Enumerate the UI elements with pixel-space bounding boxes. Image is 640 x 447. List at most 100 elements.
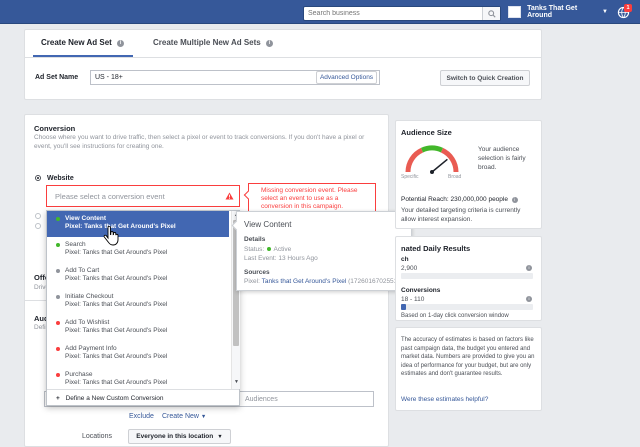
error-callout: Missing conversion event. Please select …: [243, 183, 376, 213]
advanced-options-button[interactable]: Advanced Options: [316, 71, 377, 84]
business-search-input[interactable]: [304, 7, 482, 20]
messenger-radio[interactable]: [35, 223, 41, 229]
info-icon: i: [526, 296, 532, 302]
event-option-view-content[interactable]: View Content Pixel: Tanks that Get Around…: [47, 211, 229, 237]
event-option-pixel: Pixel: Tanks that Get Around's Pixel: [65, 301, 168, 308]
website-radio-label: Website: [47, 175, 74, 182]
locations-label: Locations: [82, 433, 112, 440]
event-option-name: Add To Wishlist: [65, 319, 110, 326]
event-detail-tooltip: View Content Details Status: Active Last…: [231, 211, 412, 291]
define-custom-conversion-label: Define a New Custom Conversion: [65, 395, 164, 402]
conversion-event-dropdown: View Content Pixel: Tanks that Get Around…: [46, 210, 240, 406]
tab-create-new-ad-set[interactable]: Create New Ad Set i: [41, 38, 125, 47]
audience-size-description: Your audience selection is fairly broad.: [478, 146, 526, 171]
estimates-feedback-link[interactable]: Were these estimates helpful?: [401, 396, 488, 403]
event-option-pixel: Pixel: Tanks that Get Around's Pixel: [65, 223, 176, 230]
event-option-name: Add To Cart: [65, 267, 100, 274]
tooltip-sources-label: Sources: [244, 269, 270, 276]
potential-reach: Potential Reach: 230,000,000 people i: [401, 196, 518, 203]
event-option-initiate-checkout[interactable]: Initiate Checkout Pixel: Tanks that Get A…: [47, 289, 229, 315]
website-radio[interactable]: [35, 175, 41, 181]
event-status-dot: [56, 373, 60, 377]
event-list: View Content Pixel: Tanks that Get Around…: [47, 211, 231, 389]
reach-value: 2,900: [401, 265, 418, 272]
event-status-dot: [56, 269, 60, 273]
event-option-pixel: Pixel: Tanks that Get Around's Pixel: [65, 379, 168, 386]
plus-icon: +: [56, 395, 60, 402]
hand-cursor-icon: [103, 226, 119, 246]
radio-dot: [37, 177, 39, 179]
event-status-dot: [56, 347, 60, 351]
info-icon: i: [511, 197, 518, 203]
define-custom-conversion-option[interactable]: + Define a New Custom Conversion: [47, 389, 239, 406]
chevron-down-icon: ▼: [602, 9, 608, 15]
account-switcher[interactable]: Tanks That Get Around ▼: [508, 4, 608, 20]
custom-audiences-placeholder: Audiences: [245, 396, 278, 403]
account-name: Tanks That Get Around: [527, 5, 578, 19]
conversion-title: Conversion: [34, 124, 76, 133]
search-button[interactable]: [482, 7, 500, 20]
notifications-button[interactable]: 1: [617, 4, 632, 19]
conversions-bar: [401, 304, 533, 310]
chevron-down-icon: ▼: [200, 414, 207, 420]
tooltip-pixel-link[interactable]: Tanks that Get Around's Pixel: [262, 278, 347, 285]
search-icon: [487, 9, 496, 18]
event-option-pixel: Pixel: Tanks that Get Around's Pixel: [65, 327, 168, 334]
conversions-value: 18 - 110: [401, 296, 425, 303]
status-dot: [267, 247, 272, 251]
info-icon: i: [265, 40, 273, 47]
tooltip-title: View Content: [244, 220, 292, 229]
gauge-broad-label: Broad: [448, 174, 462, 180]
create-new-dropdown[interactable]: Create New ▼: [162, 413, 206, 420]
event-status-dot: [56, 295, 60, 299]
locations-dropdown[interactable]: Everyone in this location ▼: [128, 429, 231, 444]
tooltip-pixel-source: Pixel: Tanks that Get Around's Pixel (17…: [244, 278, 407, 285]
conversions-bar-fill: [401, 304, 406, 310]
event-option-add-to-wishlist[interactable]: Add To Wishlist Pixel: Tanks that Get Aro…: [47, 315, 229, 341]
section-divider: [25, 300, 47, 301]
switch-to-quick-creation-button[interactable]: Switch to Quick Creation: [440, 70, 530, 86]
event-option-name: Search: [65, 241, 86, 248]
event-option-name: View Content: [65, 215, 107, 222]
event-option-pixel: Pixel: Tanks that Get Around's Pixel: [65, 249, 168, 256]
event-option-name: Purchase: [65, 371, 93, 378]
conversion-window-note: Based on 1-day click conversion window: [401, 313, 509, 319]
reach-bar: [401, 273, 533, 279]
conversions-label: Conversions: [401, 287, 441, 294]
tooltip-last-event: Last Event: 13 Hours Ago: [244, 255, 318, 262]
error-message: Missing conversion event. Please select …: [261, 187, 358, 210]
event-option-name: Add Payment Info: [65, 345, 117, 352]
gauge-needle: [431, 158, 448, 173]
event-status-dot: [56, 321, 60, 325]
conversion-event-placeholder: Please select a conversion event: [55, 192, 165, 201]
event-option-name: Initiate Checkout: [65, 293, 114, 300]
targeting-criteria-line1: Your detailed targeting criteria is curr…: [401, 207, 521, 214]
info-icon: i: [526, 265, 532, 271]
conversion-description: Choose where you want to drive traffic, …: [34, 134, 365, 150]
tooltip-status-value: Active: [273, 246, 292, 253]
business-search-box[interactable]: [303, 6, 501, 21]
exclude-link[interactable]: Exclude: [129, 413, 154, 420]
conversion-event-select[interactable]: Please select a conversion event: [46, 185, 240, 207]
warning-icon: [225, 192, 234, 200]
tooltip-status: Status: Active: [244, 246, 292, 253]
event-status-dot: [56, 243, 60, 247]
tab-create-multiple-ad-sets[interactable]: Create Multiple New Ad Sets i: [153, 38, 273, 47]
reach-label: ch: [401, 256, 409, 263]
event-option-add-payment-info[interactable]: Add Payment Info Pixel: Tanks that Get Ar…: [47, 341, 229, 367]
info-icon: i: [117, 40, 125, 47]
app-radio[interactable]: [35, 213, 41, 219]
ad-set-name-label: Ad Set Name: [35, 74, 79, 81]
chevron-down-icon: ▼: [217, 433, 223, 440]
scroll-down-icon[interactable]: ▼: [234, 379, 239, 385]
event-status-dot: [56, 217, 60, 221]
tooltip-details-label: Details: [244, 236, 266, 243]
event-option-search[interactable]: Search Pixel: Tanks that Get Around's Pix…: [47, 237, 229, 263]
estimate-disclaimer: The accuracy of estimates is based on fa…: [401, 337, 535, 377]
audience-size-gauge: [405, 145, 459, 174]
event-option-add-to-cart[interactable]: Add To Cart Pixel: Tanks that Get Around'…: [47, 263, 229, 289]
tab-divider: [25, 57, 541, 58]
event-option-purchase[interactable]: Purchase Pixel: Tanks that Get Around's P…: [47, 367, 229, 389]
event-option-pixel: Pixel: Tanks that Get Around's Pixel: [65, 353, 168, 360]
notification-badge: 1: [624, 4, 632, 12]
